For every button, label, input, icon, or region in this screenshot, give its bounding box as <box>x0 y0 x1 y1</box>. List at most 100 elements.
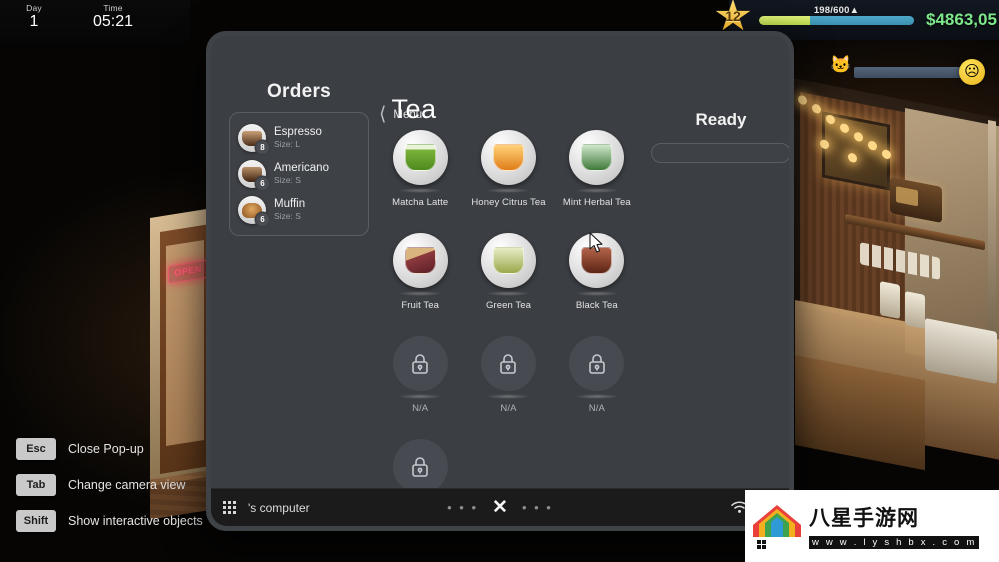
lock-icon <box>569 336 624 391</box>
computer-name-label: 's computer <box>248 501 310 515</box>
hint-label-esc: Close Pop-up <box>68 442 144 456</box>
order-item-americano[interactable]: 6 Americano Size: S <box>236 156 362 192</box>
level-value: 12 <box>725 8 741 24</box>
item-shadow <box>486 291 530 296</box>
americano-cup-icon: 6 <box>238 160 266 188</box>
drink-glass <box>493 144 524 171</box>
menu-item-black-tea[interactable]: Black Tea <box>553 233 641 311</box>
order-size: Size: S <box>274 211 305 222</box>
order-text: Espresso Size: L <box>274 126 322 150</box>
menu-item-label: Green Tea <box>464 300 552 311</box>
item-shadow <box>398 188 442 193</box>
hint-label-tab: Change camera view <box>68 478 185 492</box>
key-tab: Tab <box>16 474 56 496</box>
taskbar-center-controls: • • • ✕ • • • <box>447 498 553 517</box>
menu-item-mint-herbal-tea[interactable]: Mint Herbal Tea <box>553 130 641 208</box>
item-shadow <box>486 394 530 399</box>
menu-item-label: N/A <box>464 403 552 414</box>
time-stat: Time 05:21 <box>68 0 158 30</box>
back-to-menu-button[interactable]: ⟨ Menu <box>379 107 422 123</box>
menu-popup-window: Orders 8 Espresso Size: L 6 <box>206 31 794 531</box>
xp-bar <box>759 16 914 25</box>
watermark-text: 八星手游网 w w w . l y s h b x . c o m <box>809 502 979 550</box>
apps-grid-icon[interactable] <box>223 501 236 514</box>
time-value: 05:21 <box>68 14 158 30</box>
order-qty-badge: 8 <box>256 141 269 154</box>
key-esc: Esc <box>16 438 56 460</box>
menu-item-label: Matcha Latte <box>376 197 464 208</box>
counter-jar-2 <box>905 291 925 329</box>
orders-panel: Orders 8 Espresso Size: L 6 <box>229 81 369 236</box>
drink-glass <box>493 247 524 274</box>
watermark-url: w w w . l y s h b x . c o m <box>809 536 979 549</box>
fruit-tea-icon <box>393 233 448 288</box>
order-item-espresso[interactable]: 8 Espresso Size: L <box>236 120 362 156</box>
money-value: $4863,05 <box>926 10 997 30</box>
drink-glass <box>581 247 612 274</box>
day-label: Day <box>0 3 68 13</box>
item-shadow <box>575 291 619 296</box>
taskbar-dots-right: • • • <box>522 500 553 515</box>
menu-item-green-tea[interactable]: Green Tea <box>464 233 552 311</box>
orders-list: 8 Espresso Size: L 6 Americano Size: S <box>229 112 369 236</box>
lock-icon <box>393 439 448 494</box>
hint-label-shift: Show interactive objects <box>68 514 203 528</box>
item-shadow <box>575 394 619 399</box>
menu-item-label: N/A <box>376 403 464 414</box>
item-shadow <box>398 394 442 399</box>
ready-title: Ready <box>651 110 789 130</box>
hud-day-time: Day 1 Time 05:21 <box>0 0 190 44</box>
order-item-muffin[interactable]: 6 Muffin Size: S <box>236 192 362 228</box>
key-shift: Shift <box>16 510 56 532</box>
order-name: Espresso <box>274 126 322 139</box>
day-stat: Day 1 <box>0 0 68 30</box>
menu-item-matcha-latte[interactable]: Matcha Latte <box>376 130 464 208</box>
mint-herbal-tea-icon <box>569 130 624 185</box>
counter-jar-1 <box>880 281 900 319</box>
menu-item-locked-1[interactable]: N/A <box>376 336 464 414</box>
xp-fill <box>759 16 810 25</box>
menu-item-label: N/A <box>553 403 641 414</box>
order-size: Size: L <box>274 139 322 150</box>
customer-mood-indicator: 🐱 ☹ <box>816 55 991 89</box>
espresso-cup-icon: 8 <box>238 124 266 152</box>
drink-glass <box>581 144 612 171</box>
menu-item-locked-2[interactable]: N/A <box>464 336 552 414</box>
taskbar-dots-left: • • • <box>447 500 478 515</box>
honey-citrus-tea-icon <box>481 130 536 185</box>
menu-item-fruit-tea[interactable]: Fruit Tea <box>376 233 464 311</box>
order-qty-badge: 6 <box>256 213 269 226</box>
mood-progress-bar <box>854 67 962 78</box>
item-shadow <box>575 188 619 193</box>
in-game-taskbar: 's computer • • • ✕ • • • 08: <box>211 488 789 526</box>
site-watermark: 八星手游网 w w w . l y s h b x . c o m <box>745 490 999 562</box>
order-size: Size: S <box>274 175 329 186</box>
menu-items-grid: Matcha Latte Honey Citrus Tea Mint Herba… <box>376 130 641 517</box>
cat-icon: 🐱 <box>830 55 851 75</box>
close-icon[interactable]: ✕ <box>492 498 508 517</box>
item-shadow <box>486 188 530 193</box>
order-name: Americano <box>274 162 329 175</box>
orders-title: Orders <box>229 81 369 103</box>
xp-progress: 198/600▲ <box>759 16 914 25</box>
chevron-left-icon: ⟨ <box>379 107 386 123</box>
back-label: Menu <box>393 109 422 121</box>
level-badge: 12 <box>715 0 751 33</box>
green-tea-icon <box>481 233 536 288</box>
time-label: Time <box>68 3 158 13</box>
unhappy-face-icon: ☹ <box>959 59 985 85</box>
day-value: 1 <box>0 14 68 30</box>
menu-item-honey-citrus-tea[interactable]: Honey Citrus Tea <box>464 130 552 208</box>
menu-item-locked-3[interactable]: N/A <box>553 336 641 414</box>
watermark-logo-icon <box>751 503 803 549</box>
menu-item-label: Fruit Tea <box>376 300 464 311</box>
lock-icon <box>393 336 448 391</box>
ready-slot[interactable] <box>651 143 789 163</box>
xp-label: 198/600▲ <box>759 5 914 16</box>
menu-item-label: Honey Citrus Tea <box>464 197 552 208</box>
drink-glass <box>405 144 436 171</box>
lock-icon <box>481 336 536 391</box>
xp-remainder <box>810 16 914 25</box>
watermark-title: 八星手游网 <box>809 502 979 532</box>
muffin-icon: 6 <box>238 196 266 224</box>
